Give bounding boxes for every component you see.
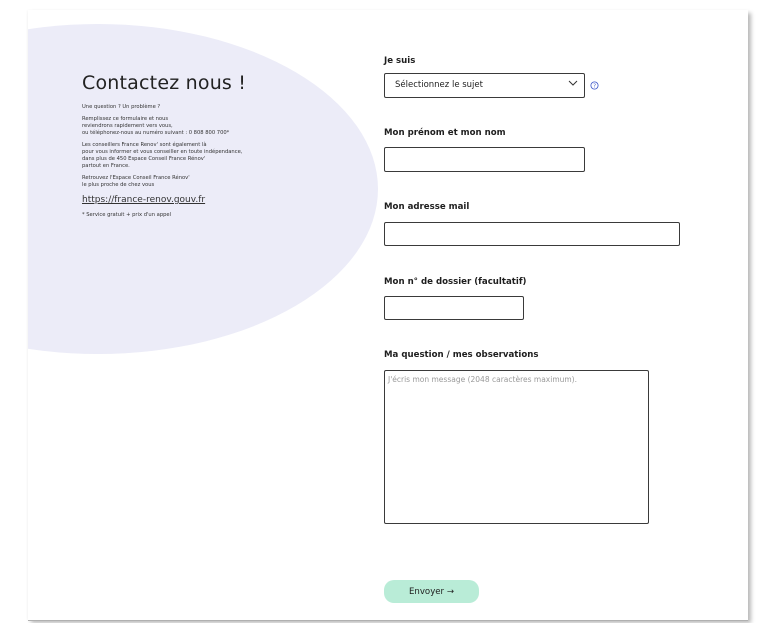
dossier-label: Mon n° de dossier (facultatif) [384, 277, 527, 287]
dossier-input[interactable] [384, 296, 524, 320]
intro-question: Une question ? Un problème ? [82, 104, 161, 110]
name-input[interactable] [384, 147, 585, 172]
question-label: Ma question / mes observations [384, 350, 539, 360]
contact-info-panel: Contactez nous ! Une question ? Un probl… [82, 72, 342, 218]
svg-text:?: ? [593, 83, 596, 89]
submit-button[interactable]: Envoyer → [384, 580, 479, 603]
intro-advisors-text: Les conseillers France Renov' sont égale… [82, 142, 243, 169]
service-note: * Service gratuit + prix d'un appel [82, 212, 172, 218]
subject-select-value: Sélectionnez le sujet [395, 80, 483, 90]
help-icon[interactable]: ? [590, 81, 599, 90]
contact-card: Contactez nous ! Une question ? Un probl… [28, 10, 748, 620]
je-suis-label: Je suis [384, 56, 416, 66]
france-renov-link[interactable]: https://france-renov.gouv.fr [82, 195, 342, 205]
email-label: Mon adresse mail [384, 202, 470, 212]
page-title: Contactez nous ! [82, 72, 247, 94]
intro-form-text: Remplissez ce formulaire et nous reviend… [82, 116, 230, 136]
page: Contactez nous ! Une question ? Un probl… [0, 0, 764, 623]
subject-select[interactable]: Sélectionnez le sujet [384, 73, 585, 98]
chevron-down-icon [568, 80, 578, 86]
bottom-divider [28, 620, 748, 621]
question-textarea[interactable]: J'écris mon message (2048 caractères max… [384, 370, 649, 524]
name-label: Mon prénom et mon nom [384, 128, 506, 138]
question-placeholder: J'écris mon message (2048 caractères max… [388, 375, 577, 384]
email-input[interactable] [384, 222, 680, 246]
intro-find-text: Retrouvez l'Espace Conseil France Rénov'… [82, 175, 190, 188]
